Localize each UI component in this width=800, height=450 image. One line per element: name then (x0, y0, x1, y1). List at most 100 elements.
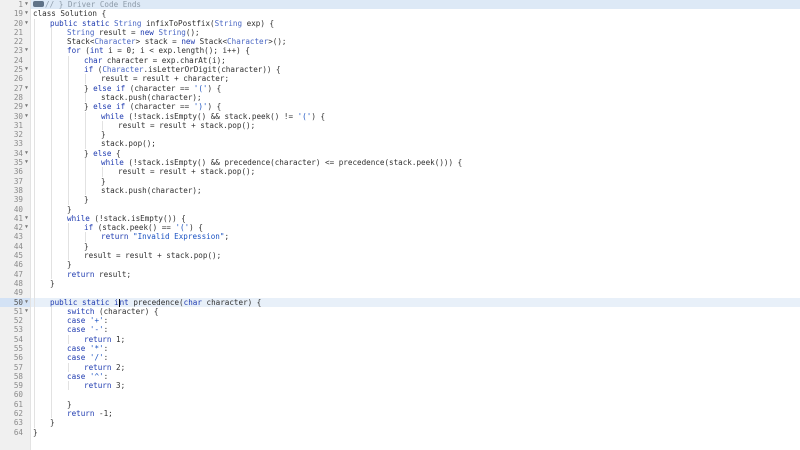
code-token: return (67, 269, 95, 279)
code-line[interactable]: return "Invalid Expression"; (31, 232, 800, 242)
line-number-row: 52 (0, 316, 30, 325)
fold-toggle-icon[interactable]: ▼ (23, 298, 30, 307)
code-line[interactable] (31, 390, 800, 400)
code-line[interactable]: case '/': (31, 353, 800, 363)
indent-guide (68, 381, 69, 391)
line-number: 19 (13, 9, 23, 19)
fold-toggle-icon[interactable]: ▼ (23, 19, 30, 28)
code-line[interactable]: } else if (character == '(') { (31, 83, 800, 93)
indent-guide (51, 269, 52, 279)
code-line[interactable]: return result; (31, 269, 800, 279)
code-line[interactable]: case '+': (31, 316, 800, 326)
code-line[interactable]: } (31, 241, 800, 252)
code-line[interactable] (31, 288, 800, 298)
code-line[interactable]: String result = new String(); (31, 27, 800, 38)
code-line[interactable]: if (Character.isLetterOrDigit(character)… (31, 65, 800, 75)
code-line[interactable]: } else if (character == ')') { (31, 102, 800, 112)
code-line[interactable]: result = result + stack.pop(); (31, 251, 800, 261)
code-line[interactable]: while (!stack.isEmpty() && stack.peek() … (31, 111, 800, 121)
code-token: : (103, 371, 109, 381)
code-line[interactable]: } (31, 399, 800, 410)
fold-toggle-icon[interactable]: ▼ (23, 223, 30, 232)
code-line[interactable]: stack.push(character); (31, 185, 800, 196)
fold-toggle-icon[interactable]: ▼ (23, 158, 30, 167)
code-line-text: char character = exp.charAt(i); (84, 56, 226, 65)
code-line[interactable]: } (31, 418, 800, 428)
indent-guide (34, 27, 35, 38)
code-line[interactable]: // } Driver Code Ends (31, 0, 800, 10)
fold-toggle-icon[interactable]: ▼ (23, 65, 30, 74)
indent-guide (34, 381, 35, 391)
code-token: '^' (89, 371, 104, 381)
code-line[interactable]: char character = exp.charAt(i); (31, 55, 800, 66)
code-line[interactable]: } else { (31, 148, 800, 159)
fold-toggle-icon[interactable]: ▼ (23, 9, 30, 18)
code-line-text: switch (character) { (67, 307, 158, 316)
indent-guide (85, 167, 86, 177)
code-line[interactable]: } (31, 260, 800, 270)
line-number-row: 37 (0, 177, 30, 186)
indent-guide (34, 46, 35, 56)
line-number: 41 (13, 213, 23, 223)
folded-region-icon[interactable] (33, 1, 44, 7)
code-line[interactable]: for (int i = 0; i < exp.length(); i++) { (31, 46, 800, 56)
code-line[interactable]: stack.push(character); (31, 92, 800, 103)
line-number: 28 (13, 92, 23, 102)
fold-toggle-icon[interactable]: ▼ (23, 112, 30, 121)
code-line[interactable]: return 2; (31, 362, 800, 372)
fold-toggle-icon[interactable]: ▼ (23, 0, 30, 9)
code-line[interactable]: } (31, 428, 800, 437)
indent-guide (51, 148, 52, 159)
code-line[interactable]: result = result + stack.pop(); (31, 167, 800, 177)
code-area[interactable]: // } Driver Code Ends class Solution {pub… (31, 0, 800, 450)
code-editor[interactable]: 1 ▼ 19 ▼ 20 ▼ 21 22 23 ▼ 24 25 ▼ 26 27 ▼ 28 29 ▼ 30 ▼ 31 32 33 3… (0, 0, 800, 450)
code-line[interactable]: } (31, 278, 800, 289)
line-number: 54 (13, 334, 23, 344)
code-line[interactable]: switch (character) { (31, 306, 800, 317)
code-token: precedence( (128, 297, 184, 307)
code-line[interactable]: result = result + stack.pop(); (31, 120, 800, 131)
code-line-text: result = result + stack.pop(); (118, 167, 255, 176)
code-line[interactable]: return 3; (31, 381, 800, 391)
indent-guide (68, 74, 69, 84)
fold-toggle-icon[interactable]: ▼ (23, 84, 30, 93)
code-line[interactable]: public static String infixToPostfix(Stri… (31, 18, 800, 28)
code-token: '/' (89, 353, 104, 363)
code-line[interactable]: case '-': (31, 325, 800, 335)
indent-guide (34, 278, 35, 289)
fold-toggle-icon[interactable]: ▼ (23, 307, 30, 316)
line-number: 51 (13, 306, 23, 316)
code-token: } (84, 195, 89, 205)
code-token: return (84, 362, 112, 372)
line-number-row: 40 (0, 205, 30, 214)
code-line-text: while (!stack.isEmpty() && stack.peek() … (101, 112, 325, 121)
code-line[interactable]: while (!stack.isEmpty()) { (31, 213, 800, 224)
fold-toggle-icon[interactable]: ▼ (23, 149, 30, 158)
code-line[interactable]: result = result + character; (31, 74, 800, 84)
fold-toggle-icon[interactable]: ▼ (23, 214, 30, 223)
code-token: 1; (111, 334, 126, 344)
line-number-row: 20 ▼ (0, 19, 30, 28)
code-token: result = result + stack.pop(); (118, 167, 256, 177)
fold-toggle-icon[interactable]: ▼ (23, 46, 30, 55)
code-token: public static (50, 297, 115, 307)
code-line[interactable]: while (!stack.isEmpty() && precedence(ch… (31, 158, 800, 168)
code-line[interactable]: return -1; (31, 409, 800, 419)
line-number-row: 61 (0, 400, 30, 409)
code-line[interactable]: case '^': (31, 371, 800, 382)
code-line[interactable]: public static int precedence(char charac… (31, 297, 800, 307)
code-line[interactable]: } (31, 204, 800, 214)
code-line[interactable]: } (31, 195, 800, 205)
indent-guide (51, 139, 52, 149)
indent-guide (68, 195, 69, 205)
code-line[interactable]: } (31, 176, 800, 186)
line-number: 56 (13, 353, 23, 363)
code-line[interactable]: case '*': (31, 343, 800, 354)
code-token: -1; (94, 409, 113, 419)
code-line[interactable]: class Solution { (31, 9, 800, 18)
code-line[interactable]: stack.pop(); (31, 139, 800, 149)
line-number: 38 (13, 185, 23, 195)
code-line[interactable]: return 1; (31, 334, 800, 344)
fold-toggle-icon[interactable]: ▼ (23, 102, 30, 111)
line-number-row: 50 ▼ (0, 297, 30, 307)
